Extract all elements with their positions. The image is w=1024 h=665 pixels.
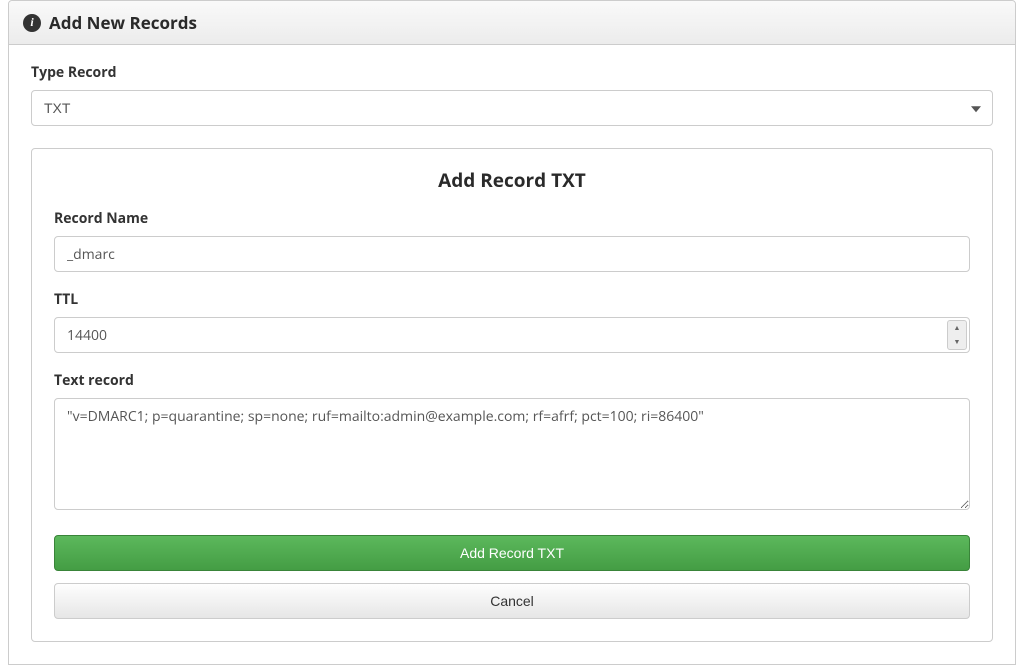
text-record-label: Text record bbox=[54, 371, 970, 390]
type-record-select[interactable]: TXT bbox=[31, 90, 993, 126]
type-record-select-wrap: TXT bbox=[31, 90, 993, 126]
ttl-input-wrap: ▲▼ bbox=[54, 317, 970, 353]
type-record-label: Type Record bbox=[31, 63, 993, 82]
record-form-panel: Add Record TXT Record Name TTL ▲▼ Text r… bbox=[31, 148, 993, 642]
type-record-block: Type Record TXT bbox=[31, 63, 993, 126]
text-record-block: Text record bbox=[54, 371, 970, 515]
panel-title: Add New Records bbox=[49, 11, 197, 34]
ttl-block: TTL ▲▼ bbox=[54, 290, 970, 353]
record-name-label: Record Name bbox=[54, 209, 970, 228]
form-title: Add Record TXT bbox=[54, 167, 970, 193]
cancel-button[interactable]: Cancel bbox=[54, 583, 970, 619]
ttl-input[interactable] bbox=[54, 317, 970, 353]
button-group: Add Record TXT Cancel bbox=[54, 535, 970, 619]
record-name-input[interactable] bbox=[54, 236, 970, 272]
info-icon: i bbox=[23, 14, 41, 32]
record-name-block: Record Name bbox=[54, 209, 970, 272]
ttl-label: TTL bbox=[54, 290, 970, 309]
add-record-button[interactable]: Add Record TXT bbox=[54, 535, 970, 571]
panel-body: Type Record TXT Add Record TXT Record Na… bbox=[9, 45, 1015, 664]
text-record-textarea[interactable] bbox=[54, 398, 970, 510]
add-records-panel: i Add New Records Type Record TXT Add Re… bbox=[8, 0, 1016, 665]
panel-header: i Add New Records bbox=[9, 1, 1015, 45]
